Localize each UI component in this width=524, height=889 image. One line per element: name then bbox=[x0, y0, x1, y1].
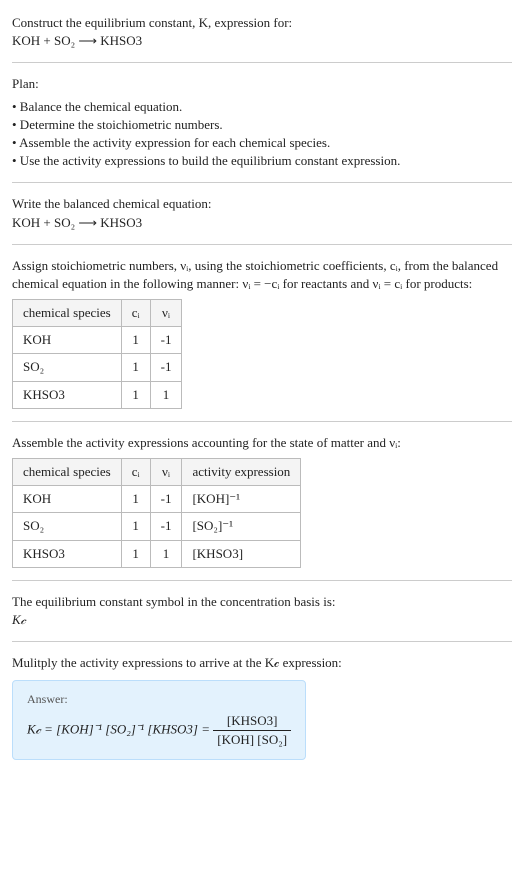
cell-v: -1 bbox=[150, 327, 182, 354]
symbol-kc: K𝒸 bbox=[12, 611, 512, 629]
assign-text: Assign stoichiometric numbers, νᵢ, using… bbox=[12, 257, 512, 293]
cell-c: 1 bbox=[121, 513, 150, 540]
stoich-table-1: chemical species cᵢ νᵢ KOH 1 -1 SO₂ 1 -1… bbox=[12, 299, 182, 409]
answer-lhs: K𝒸 = [KOH]⁻¹ [SO₂]⁻¹ [KHSO3] = bbox=[27, 722, 213, 737]
plan-item: • Determine the stoichiometric numbers. bbox=[12, 116, 512, 134]
cell-c: 1 bbox=[121, 486, 150, 513]
symbol-section: The equilibrium constant symbol in the c… bbox=[12, 587, 512, 635]
cell-species: KOH bbox=[13, 327, 122, 354]
divider bbox=[12, 62, 512, 63]
balanced-intro: Write the balanced chemical equation: bbox=[12, 195, 512, 213]
table-row: KHSO3 1 1 [KHSO3] bbox=[13, 540, 301, 567]
cell-activity: [KHSO3] bbox=[182, 540, 301, 567]
divider bbox=[12, 580, 512, 581]
table-header-row: chemical species cᵢ νᵢ bbox=[13, 300, 182, 327]
cell-species: SO₂ bbox=[13, 513, 122, 540]
balanced-equation: KOH + SO₂ ⟶ KHSO3 bbox=[12, 214, 512, 232]
cell-c: 1 bbox=[121, 540, 150, 567]
equation-unbalanced: KOH + SO₂ ⟶ KHSO3 bbox=[12, 32, 512, 50]
plan-item: • Assemble the activity expression for e… bbox=[12, 134, 512, 152]
cell-activity: [KOH]⁻¹ bbox=[182, 486, 301, 513]
symbol-line1: The equilibrium constant symbol in the c… bbox=[12, 593, 512, 611]
plan-title: Plan: bbox=[12, 75, 512, 93]
cell-c: 1 bbox=[121, 354, 150, 381]
cell-v: 1 bbox=[150, 540, 182, 567]
answer-box: Answer: K𝒸 = [KOH]⁻¹ [SO₂]⁻¹ [KHSO3] = [… bbox=[12, 680, 306, 760]
col-vi: νᵢ bbox=[150, 459, 182, 486]
plan-item: • Use the activity expressions to build … bbox=[12, 152, 512, 170]
assign-section: Assign stoichiometric numbers, νᵢ, using… bbox=[12, 251, 512, 415]
col-species: chemical species bbox=[13, 459, 122, 486]
table-row: KOH 1 -1 bbox=[13, 327, 182, 354]
table-header-row: chemical species cᵢ νᵢ activity expressi… bbox=[13, 459, 301, 486]
cell-v: -1 bbox=[150, 354, 182, 381]
cell-v: 1 bbox=[150, 381, 182, 408]
plan-item: • Balance the chemical equation. bbox=[12, 98, 512, 116]
answer-fraction: [KHSO3] [KOH] [SO₂] bbox=[213, 712, 291, 749]
header-section: Construct the equilibrium constant, K, e… bbox=[12, 8, 512, 56]
assemble-text: Assemble the activity expressions accoun… bbox=[12, 434, 512, 452]
multiply-text: Mulitply the activity expressions to arr… bbox=[12, 654, 512, 672]
cell-c: 1 bbox=[121, 327, 150, 354]
balanced-section: Write the balanced chemical equation: KO… bbox=[12, 189, 512, 237]
cell-v: -1 bbox=[150, 513, 182, 540]
fraction-denominator: [KOH] [SO₂] bbox=[213, 731, 291, 749]
cell-c: 1 bbox=[121, 381, 150, 408]
cell-species: KHSO3 bbox=[13, 381, 122, 408]
stoich-table-2: chemical species cᵢ νᵢ activity expressi… bbox=[12, 458, 301, 568]
col-ci: cᵢ bbox=[121, 459, 150, 486]
cell-species: KOH bbox=[13, 486, 122, 513]
table-row: KOH 1 -1 [KOH]⁻¹ bbox=[13, 486, 301, 513]
cell-species: KHSO3 bbox=[13, 540, 122, 567]
col-species: chemical species bbox=[13, 300, 122, 327]
divider bbox=[12, 182, 512, 183]
plan-section: Plan: • Balance the chemical equation. •… bbox=[12, 69, 512, 176]
divider bbox=[12, 421, 512, 422]
multiply-section: Mulitply the activity expressions to arr… bbox=[12, 648, 512, 766]
construct-line: Construct the equilibrium constant, K, e… bbox=[12, 14, 512, 32]
answer-expression: K𝒸 = [KOH]⁻¹ [SO₂]⁻¹ [KHSO3] = [KHSO3] [… bbox=[27, 712, 291, 749]
assemble-section: Assemble the activity expressions accoun… bbox=[12, 428, 512, 574]
cell-v: -1 bbox=[150, 486, 182, 513]
divider bbox=[12, 244, 512, 245]
table-row: KHSO3 1 1 bbox=[13, 381, 182, 408]
table-row: SO₂ 1 -1 bbox=[13, 354, 182, 381]
col-activity: activity expression bbox=[182, 459, 301, 486]
answer-label: Answer: bbox=[27, 691, 291, 708]
col-ci: cᵢ bbox=[121, 300, 150, 327]
plan-list: • Balance the chemical equation. • Deter… bbox=[12, 98, 512, 171]
table-row: SO₂ 1 -1 [SO₂]⁻¹ bbox=[13, 513, 301, 540]
divider bbox=[12, 641, 512, 642]
col-vi: νᵢ bbox=[150, 300, 182, 327]
cell-species: SO₂ bbox=[13, 354, 122, 381]
cell-activity: [SO₂]⁻¹ bbox=[182, 513, 301, 540]
fraction-numerator: [KHSO3] bbox=[213, 712, 291, 731]
